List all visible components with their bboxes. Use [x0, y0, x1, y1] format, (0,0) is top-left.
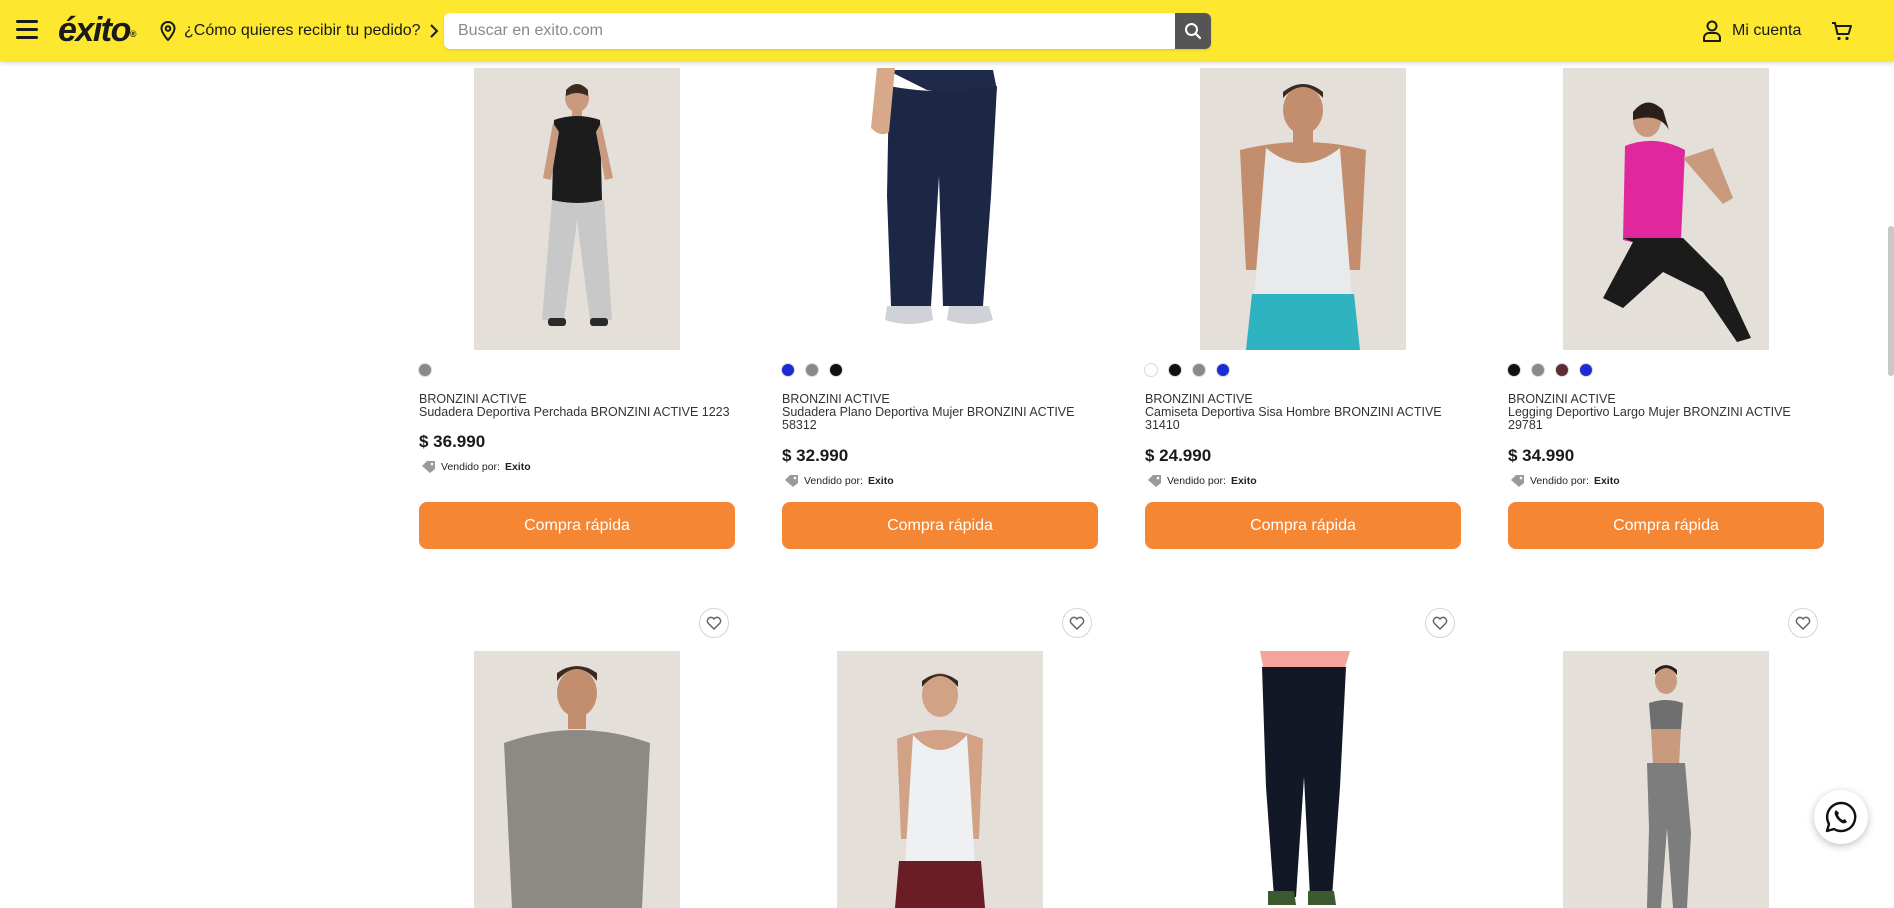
seller-info: Vendido por: Exito [1147, 474, 1257, 487]
product-image[interactable] [1563, 68, 1769, 350]
product-title[interactable]: Sudadera Plano Deportiva Mujer BRONZINI … [782, 406, 1098, 432]
seller-info: Vendido por: Exito [421, 460, 531, 473]
cart-icon[interactable] [1830, 19, 1854, 43]
favorite-button[interactable] [1788, 608, 1818, 638]
product-brand: BRONZINI ACTIVE [782, 392, 890, 406]
scrollbar-thumb[interactable] [1888, 226, 1894, 376]
top-header: éxito® ¿Cómo quieres recibir tu pedido? … [0, 0, 1894, 62]
location-pin-icon [160, 21, 176, 41]
product-title[interactable]: Legging Deportivo Largo Mujer BRONZINI A… [1508, 406, 1824, 432]
user-icon [1703, 20, 1721, 42]
seller-label: Vendido por: [1167, 474, 1226, 487]
heart-icon [1069, 616, 1085, 630]
color-swatches [419, 364, 431, 376]
account-label: Mi cuenta [1732, 22, 1802, 39]
color-swatch[interactable] [806, 364, 818, 376]
search-icon [1185, 23, 1202, 40]
quick-buy-button[interactable]: Compra rápida [1145, 502, 1461, 549]
seller-info: Vendido por: Exito [1510, 474, 1620, 487]
color-swatches [1145, 364, 1229, 376]
color-swatches [1508, 364, 1592, 376]
whatsapp-button[interactable] [1814, 790, 1868, 844]
favorite-button[interactable] [1062, 608, 1092, 638]
seller-name: Exito [1593, 474, 1620, 487]
chevron-right-icon [429, 24, 438, 38]
seller-name: Exito [867, 474, 894, 487]
whatsapp-icon [1825, 801, 1857, 833]
product-image[interactable] [1200, 651, 1406, 908]
color-swatch[interactable] [1580, 364, 1592, 376]
tag-icon [1148, 475, 1161, 487]
tag-icon [1511, 475, 1524, 487]
color-swatch[interactable] [1508, 364, 1520, 376]
seller-info: Vendido por: Exito [784, 474, 894, 487]
product-image[interactable] [1200, 68, 1406, 350]
product-brand: BRONZINI ACTIVE [419, 392, 527, 406]
quick-buy-button[interactable]: Compra rápida [782, 502, 1098, 549]
heart-icon [1795, 616, 1811, 630]
color-swatch[interactable] [1556, 364, 1568, 376]
color-swatch[interactable] [1532, 364, 1544, 376]
seller-label: Vendido por: [1530, 474, 1589, 487]
color-swatch[interactable] [1193, 364, 1205, 376]
product-price: $ 32.990 [782, 446, 849, 465]
product-image[interactable] [837, 651, 1043, 908]
delivery-text: ¿Cómo quieres recibir tu pedido? [184, 22, 421, 39]
favorite-button[interactable] [699, 608, 729, 638]
account-link[interactable]: Mi cuenta [1702, 19, 1801, 43]
seller-name: Exito [1230, 474, 1257, 487]
quick-buy-button[interactable]: Compra rápida [1508, 502, 1824, 549]
color-swatches [782, 364, 842, 376]
color-swatch[interactable] [1145, 364, 1157, 376]
product-price: $ 36.990 [419, 432, 486, 451]
color-swatch[interactable] [1169, 364, 1181, 376]
color-swatch[interactable] [1217, 364, 1229, 376]
favorite-button[interactable] [1425, 608, 1455, 638]
product-price: $ 24.990 [1145, 446, 1212, 465]
quick-buy-button[interactable]: Compra rápida [419, 502, 735, 549]
color-swatch[interactable] [782, 364, 794, 376]
search-button[interactable] [1175, 13, 1211, 49]
product-image[interactable] [474, 68, 680, 350]
color-swatch[interactable] [830, 364, 842, 376]
delivery-selector[interactable]: ¿Cómo quieres recibir tu pedido? [160, 19, 439, 43]
exito-logo[interactable]: éxito® [58, 10, 137, 50]
product-brand: BRONZINI ACTIVE [1508, 392, 1616, 406]
product-image[interactable] [474, 651, 680, 908]
seller-name: Exito [504, 460, 531, 473]
menu-icon[interactable] [16, 20, 38, 42]
product-brand: BRONZINI ACTIVE [1145, 392, 1253, 406]
product-price: $ 34.990 [1508, 446, 1575, 465]
search-input[interactable] [444, 13, 1164, 49]
product-title[interactable]: Camiseta Deportiva Sisa Hombre BRONZINI … [1145, 406, 1461, 432]
tag-icon [785, 475, 798, 487]
heart-icon [1432, 616, 1448, 630]
tag-icon [422, 461, 435, 473]
search-bar [444, 13, 1211, 49]
color-swatch[interactable] [419, 364, 431, 376]
seller-label: Vendido por: [441, 460, 500, 473]
product-title[interactable]: Sudadera Deportiva Perchada BRONZINI ACT… [419, 406, 735, 419]
product-image[interactable] [837, 68, 1043, 350]
seller-label: Vendido por: [804, 474, 863, 487]
product-image[interactable] [1563, 651, 1769, 908]
heart-icon [706, 616, 722, 630]
